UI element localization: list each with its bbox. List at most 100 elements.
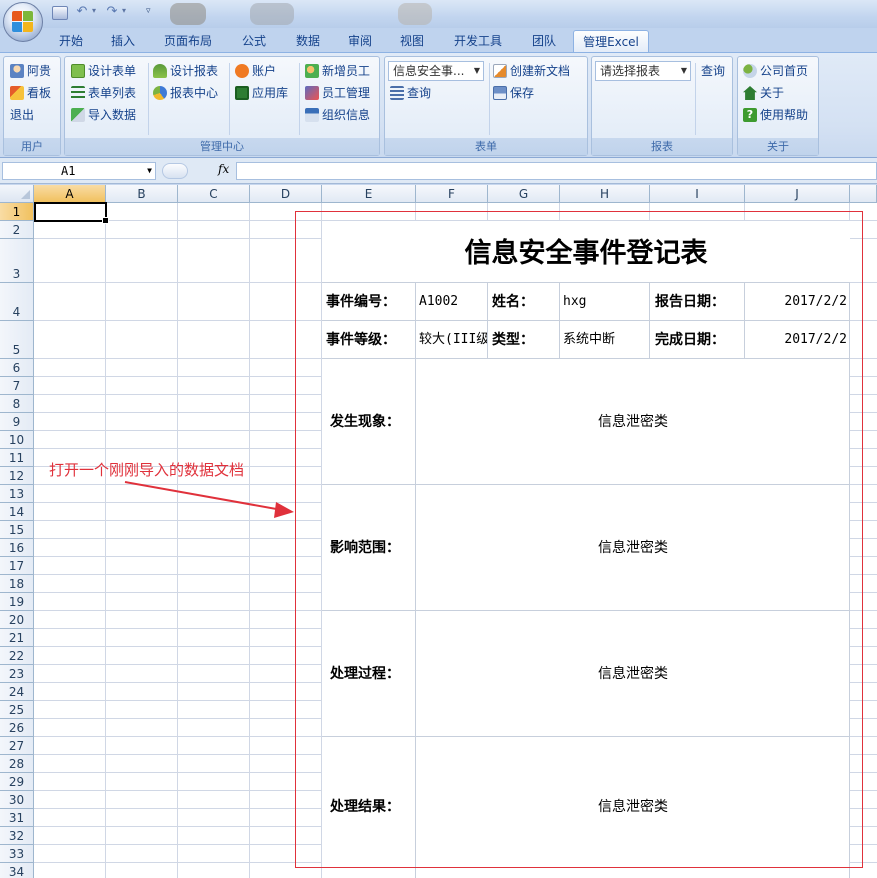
chevron-down-icon[interactable]: ▼ <box>147 163 152 179</box>
column-header-f[interactable]: F <box>416 185 488 203</box>
user-button[interactable]: 阿贵 <box>10 61 51 81</box>
account-button[interactable]: 账户 <box>235 61 276 81</box>
expand-icon[interactable] <box>162 163 188 179</box>
column-header-g[interactable]: G <box>488 185 560 203</box>
group-label-about: 关于 <box>738 138 818 155</box>
organization-info-button[interactable]: 组织信息 <box>305 105 370 125</box>
formula-input[interactable] <box>236 162 877 180</box>
tab-formulas[interactable]: 公式 <box>234 30 274 52</box>
row-header-29[interactable]: 29 <box>0 773 34 791</box>
import-data-button[interactable]: 导入数据 <box>71 105 136 125</box>
column-header-a[interactable]: A <box>34 185 106 203</box>
row-header-2[interactable]: 2 <box>0 221 34 239</box>
tab-home[interactable]: 开始 <box>52 30 90 52</box>
spreadsheet-grid[interactable]: ABCDEFGHIJ 1 2 3 4 5 6 7 8 9 10 11 12 13 14 15 16 17 18 19… <box>0 185 877 878</box>
add-employee-button[interactable]: 新增员工 <box>305 61 370 81</box>
column-header-next[interactable] <box>850 185 877 203</box>
row-header-24[interactable]: 24 <box>0 683 34 701</box>
design-form-button[interactable]: 设计表单 <box>71 61 136 81</box>
form-query-button[interactable]: 查询 <box>390 83 431 103</box>
row-header-8[interactable]: 8 <box>0 395 34 413</box>
row-header-7[interactable]: 7 <box>0 377 34 395</box>
employee-management-icon <box>305 86 319 100</box>
report-center-button[interactable]: 报表中心 <box>153 83 218 103</box>
report-select[interactable]: 请选择报表 ▼ <box>595 61 691 81</box>
row-header-10[interactable]: 10 <box>0 431 34 449</box>
row-header-11[interactable]: 11 <box>0 449 34 467</box>
column-header-b[interactable]: B <box>106 185 178 203</box>
row-header-21[interactable]: 21 <box>0 629 34 647</box>
row-header-20[interactable]: 20 <box>0 611 34 629</box>
column-header-i[interactable]: I <box>650 185 745 203</box>
tab-insert[interactable]: 插入 <box>104 30 142 52</box>
undo-icon[interactable]: ↶ <box>74 5 90 20</box>
row-header-25[interactable]: 25 <box>0 701 34 719</box>
tab-team[interactable]: 团队 <box>524 30 564 52</box>
row-header-27[interactable]: 27 <box>0 737 34 755</box>
create-document-button[interactable]: 创建新文档 <box>493 61 570 81</box>
tab-view[interactable]: 视图 <box>392 30 432 52</box>
row-header-6[interactable]: 6 <box>0 359 34 377</box>
save-icon[interactable] <box>52 6 68 20</box>
form-list-button[interactable]: 表单列表 <box>71 83 136 103</box>
tab-review[interactable]: 审阅 <box>340 30 380 52</box>
name-box[interactable]: A1 ▼ <box>2 162 156 180</box>
select-all-button[interactable] <box>0 185 34 203</box>
dashboard-button[interactable]: 看板 <box>10 83 51 103</box>
logout-button[interactable]: 退出 <box>10 105 34 125</box>
chevron-down-icon: ▼ <box>680 66 687 75</box>
column-header-d[interactable]: D <box>250 185 322 203</box>
row-header-22[interactable]: 22 <box>0 647 34 665</box>
add-employee-label: 新增员工 <box>322 64 371 78</box>
design-report-button[interactable]: 设计报表 <box>153 61 218 81</box>
row-header-19[interactable]: 19 <box>0 593 34 611</box>
column-header-c[interactable]: C <box>178 185 250 203</box>
row-header-5[interactable]: 5 <box>0 321 34 359</box>
row-header-9[interactable]: 9 <box>0 413 34 431</box>
form-select[interactable]: 信息安全事... ▼ <box>388 61 484 81</box>
tab-data[interactable]: 数据 <box>288 30 328 52</box>
save-document-button[interactable]: 保存 <box>493 83 534 103</box>
office-button[interactable] <box>3 2 43 42</box>
create-document-icon <box>493 64 507 78</box>
row-header-16[interactable]: 16 <box>0 539 34 557</box>
row-header-26[interactable]: 26 <box>0 719 34 737</box>
row-header-34[interactable]: 34 <box>0 863 34 878</box>
undo-dropdown-icon[interactable]: ▾ <box>92 6 100 20</box>
app-library-icon <box>235 86 249 100</box>
row-header-33[interactable]: 33 <box>0 845 34 863</box>
help-button[interactable]: ? 使用帮助 <box>743 105 808 125</box>
tab-developer[interactable]: 开发工具 <box>446 30 510 52</box>
tab-page-layout[interactable]: 页面布局 <box>156 30 220 52</box>
redo-icon[interactable]: ↷ <box>104 5 120 20</box>
app-library-button[interactable]: 应用库 <box>235 83 288 103</box>
insert-function-icon[interactable]: fx <box>218 162 229 176</box>
active-cell[interactable] <box>34 202 109 224</box>
row-header-31[interactable]: 31 <box>0 809 34 827</box>
row-header-3[interactable]: 3 <box>0 239 34 283</box>
about-button[interactable]: 关于 <box>743 83 784 103</box>
row-header-18[interactable]: 18 <box>0 575 34 593</box>
employee-management-button[interactable]: 员工管理 <box>305 83 370 103</box>
report-query-button[interactable]: 查询 <box>701 61 725 81</box>
customize-qat-icon[interactable]: ▿ <box>146 6 156 20</box>
company-home-button[interactable]: 公司首页 <box>743 61 808 81</box>
row-header-14[interactable]: 14 <box>0 503 34 521</box>
blurred-region <box>398 3 432 25</box>
row-header-4[interactable]: 4 <box>0 283 34 321</box>
app-library-label: 应用库 <box>252 86 289 100</box>
row-header-12[interactable]: 12 <box>0 467 34 485</box>
row-header-23[interactable]: 23 <box>0 665 34 683</box>
redo-dropdown-icon[interactable]: ▾ <box>122 6 130 20</box>
row-header-13[interactable]: 13 <box>0 485 34 503</box>
column-header-e[interactable]: E <box>322 185 416 203</box>
row-header-28[interactable]: 28 <box>0 755 34 773</box>
row-header-17[interactable]: 17 <box>0 557 34 575</box>
tab-manage-excel[interactable]: 管理Excel <box>573 30 649 52</box>
row-header-15[interactable]: 15 <box>0 521 34 539</box>
row-header-1[interactable]: 1 <box>0 203 34 221</box>
row-header-32[interactable]: 32 <box>0 827 34 845</box>
column-header-j[interactable]: J <box>745 185 850 203</box>
row-header-30[interactable]: 30 <box>0 791 34 809</box>
column-header-h[interactable]: H <box>560 185 650 203</box>
